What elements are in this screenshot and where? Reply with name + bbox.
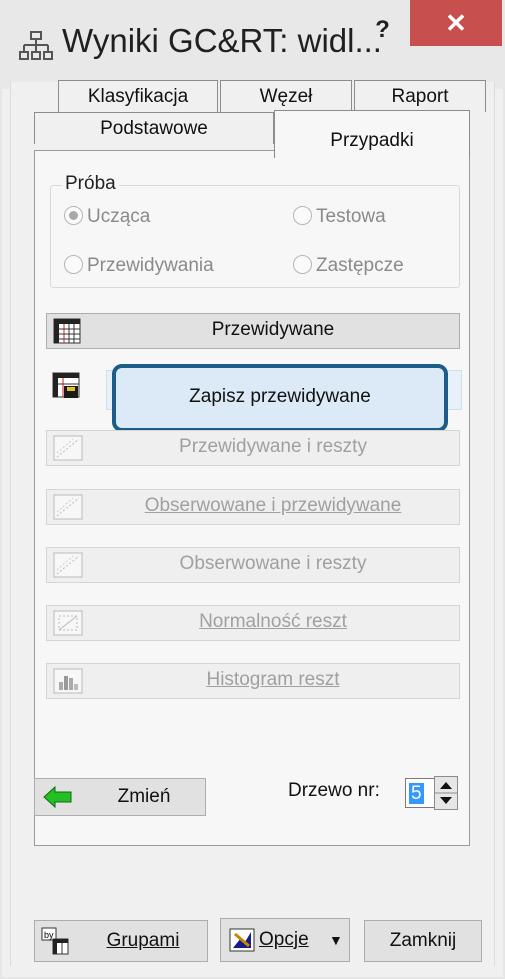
tree-number-spinner[interactable]	[434, 776, 458, 810]
window-title: Wyniki GC&RT: widl...	[62, 22, 382, 59]
normal-probability-icon	[53, 610, 83, 636]
groups-button[interactable]: by Grupami	[34, 920, 208, 962]
dropdown-arrow-icon: ▼	[329, 932, 343, 948]
radio-zastepcze-label: Zastępcze	[316, 255, 404, 276]
save-predicted-label: Zapisz przewidywane	[189, 386, 371, 407]
options-button-label: Opcje	[259, 929, 309, 950]
radio-unchecked-icon	[64, 255, 83, 274]
normality-label: Normalność reszt	[199, 611, 347, 632]
save-predicted-button[interactable]: Zapisz przewidywane	[112, 364, 448, 432]
close-button[interactable]: Zamknij	[364, 920, 482, 962]
histogram-icon	[53, 668, 83, 694]
groups-button-label: Grupami	[106, 930, 180, 951]
radio-testowa[interactable]: Testowa	[293, 203, 386, 231]
predicted-residuals-button[interactable]: Przewidywane i reszty	[46, 430, 460, 466]
normality-button[interactable]: Normalność reszt	[46, 605, 460, 641]
tab-podstawowe[interactable]: Podstawowe	[34, 112, 274, 144]
radio-checked-icon	[64, 206, 83, 225]
observed-residuals-label: Obserwowane i reszty	[179, 553, 367, 574]
options-button[interactable]: Opcje ▼	[220, 918, 350, 962]
histogram-button[interactable]: Histogram reszt	[46, 663, 460, 699]
radio-przewidywania-label: Przewidywania	[87, 255, 214, 276]
tree-number-input[interactable]: 5	[405, 778, 435, 808]
histogram-label: Histogram reszt	[206, 669, 340, 690]
spinner-arrows-icon	[435, 782, 457, 804]
predicted-button-label: Przewidywane	[211, 319, 335, 340]
radio-unchecked-icon	[293, 255, 312, 274]
tree-number-label: Drzewo nr:	[288, 780, 380, 801]
close-window-button[interactable]: ✕	[410, 0, 502, 46]
save-spreadsheet-icon	[52, 372, 80, 398]
change-button-label: Zmień	[117, 786, 171, 807]
radio-uczaca[interactable]: Ucząca	[64, 203, 150, 231]
radio-testowa-label: Testowa	[316, 206, 386, 227]
tab-wezel[interactable]: Węzeł	[220, 80, 352, 112]
radio-zastepcze[interactable]: Zastępcze	[293, 252, 404, 280]
help-button[interactable]: ?	[355, 10, 410, 50]
scatterplot-icon	[53, 552, 83, 578]
title-bar[interactable]: Wyniki GC&RT: widl... ? ✕	[0, 0, 505, 89]
by-group-icon: by	[41, 927, 69, 955]
tree-app-icon	[19, 31, 53, 60]
observed-residuals-button[interactable]: Obserwowane i reszty	[46, 547, 460, 583]
radio-unchecked-icon	[293, 206, 312, 225]
spreadsheet-icon	[53, 318, 81, 344]
sample-group-label: Próba	[62, 173, 119, 195]
observed-predicted-label: Obserwowane i przewidywane	[144, 495, 402, 516]
scatterplot-icon	[53, 435, 83, 461]
tab-przypadki[interactable]: Przypadki	[274, 110, 470, 158]
tree-number-value: 5	[409, 783, 424, 804]
predicted-residuals-label: Przewidywane i reszty	[179, 436, 367, 457]
predicted-button[interactable]: Przewidywane	[46, 313, 460, 349]
radio-przewidywania[interactable]: Przewidywania	[64, 252, 214, 280]
arrow-left-icon	[43, 786, 72, 808]
observed-predicted-button[interactable]: Obserwowane i przewidywane	[46, 489, 460, 525]
tab-klasyfikacja[interactable]: Klasyfikacja	[58, 80, 218, 112]
scatterplot-icon	[53, 494, 83, 520]
options-icon	[229, 928, 255, 952]
tab-raport[interactable]: Raport	[354, 80, 486, 112]
radio-uczaca-label: Ucząca	[87, 206, 151, 227]
close-button-label: Zamknij	[389, 930, 457, 951]
change-button[interactable]: Zmień	[34, 778, 206, 816]
